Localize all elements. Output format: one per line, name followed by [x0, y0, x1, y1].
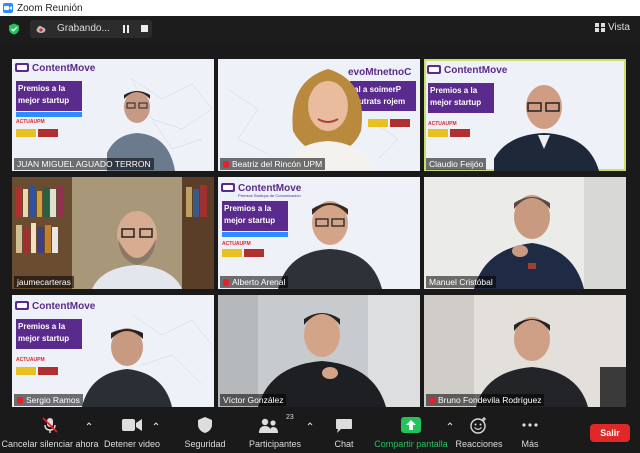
video-tile[interactable]: Bruno Fondevila Rodríguez [424, 295, 626, 407]
svg-text:mejor startup: mejor startup [430, 98, 481, 107]
participant-name: Bruno Fondevila Rodríguez [426, 394, 545, 406]
participant-name: jaumecarteras [14, 276, 74, 288]
svg-text:mejor startup: mejor startup [224, 216, 275, 225]
participant-name: Claudio Feijóo [426, 158, 487, 170]
svg-text:mejor startup: mejor startup [18, 334, 69, 343]
view-button[interactable]: Vista [594, 22, 630, 33]
participant-video [494, 85, 599, 171]
stop-video-button[interactable]: Detener video [100, 410, 164, 453]
svg-text:ContentMove: ContentMove [444, 65, 508, 76]
view-label: Vista [607, 22, 630, 33]
video-tile[interactable]: ContentMove Premios a la mejor startup A… [12, 59, 214, 171]
video-options-chevron-icon[interactable] [153, 421, 159, 427]
participant-name: Manuel Cristóbal [426, 276, 496, 288]
participants-button[interactable]: 23 Participantes [244, 410, 306, 453]
chat-bubble-icon [336, 419, 352, 433]
unmute-button[interactable]: Cancelar silenciar ahora [0, 410, 100, 453]
participant-video [424, 295, 626, 407]
share-screen-button[interactable]: Compartir pantalla [372, 410, 450, 453]
participant-name: JUAN MIGUEL AGUADO TERRON [14, 158, 154, 170]
video-tile[interactable]: Manuel Cristóbal [424, 177, 626, 289]
participant-video [218, 295, 420, 407]
more-label: Más [521, 439, 539, 449]
participant-name: Alberto Arenal [220, 276, 289, 288]
participants-icon [258, 418, 278, 433]
security-button[interactable]: Seguridad [176, 410, 234, 453]
muted-mic-icon [429, 397, 435, 404]
svg-text:mejor startup: mejor startup [18, 96, 69, 105]
share-screen-label: Compartir pantalla [374, 439, 448, 449]
participant-name: Sergio Ramos [14, 394, 83, 406]
muted-mic-icon [223, 161, 229, 168]
muted-mic-icon [17, 397, 23, 404]
participant-video [82, 328, 172, 407]
muted-mic-icon [223, 279, 229, 286]
video-tile[interactable]: evoMtnetnoC al a soimerP putrats rojem B… [218, 59, 420, 171]
security-shield-icon [198, 417, 212, 433]
participants-options-chevron-icon[interactable] [307, 421, 313, 427]
participant-video [283, 69, 373, 171]
participant-video [424, 177, 626, 289]
svg-text:Premios a la: Premios a la [18, 84, 66, 93]
svg-text:Premios a la: Premios a la [224, 204, 272, 213]
banner-brand: ContentMove [32, 63, 96, 74]
share-options-chevron-icon[interactable] [447, 421, 453, 427]
encryption-shield-icon[interactable] [8, 23, 20, 35]
svg-text:ACTUAUPM: ACTUAUPM [222, 241, 251, 247]
smiley-reaction-icon [470, 417, 486, 434]
participants-count: 23 [286, 414, 294, 421]
window-title: Zoom Reunión [17, 2, 83, 14]
video-tile[interactable]: ContentMove Premios a la mejor startup A… [12, 295, 214, 407]
stop-video-label: Detener video [103, 439, 161, 449]
svg-text:ACTUAUPM: ACTUAUPM [16, 357, 45, 363]
pause-recording-icon[interactable] [121, 24, 131, 34]
more-button[interactable]: Más [512, 410, 548, 453]
svg-text:ACTUAUPM: ACTUAUPM [428, 121, 457, 127]
svg-text:ContentMove: ContentMove [32, 301, 96, 312]
svg-text:ACTUAUPM: ACTUAUPM [16, 119, 45, 125]
participant-name: Víctor González [220, 394, 287, 406]
meeting-toolbar: Cancelar silenciar ahora Detener video S… [0, 410, 640, 453]
participants-label: Participantes [248, 439, 302, 449]
reactions-label: Reacciones [455, 439, 503, 449]
participant-video [12, 177, 214, 289]
meeting-topbar: Grabando... Vista [0, 16, 640, 42]
chat-label: Chat [334, 439, 354, 449]
window-titlebar: Zoom Reunión [0, 0, 640, 16]
video-tile[interactable]: Víctor González [218, 295, 420, 407]
share-screen-arrow-icon [401, 417, 421, 433]
video-tile-active-speaker[interactable]: ContentMove Premios a la mejor startup A… [424, 59, 626, 171]
video-tile[interactable]: ContentMove Premios Startups de Comunica… [218, 177, 420, 289]
reactions-button[interactable]: Reacciones [454, 410, 504, 453]
participant-name: Beatriz del Rincón UPM [220, 158, 326, 170]
video-camera-icon [122, 419, 142, 431]
video-tile[interactable]: jaumecarteras [12, 177, 214, 289]
audio-options-chevron-icon[interactable] [86, 421, 92, 427]
security-label: Seguridad [184, 439, 226, 449]
participant-video [278, 201, 382, 289]
recording-label: Grabando... [57, 23, 110, 34]
chat-button[interactable]: Chat [322, 410, 366, 453]
grid-view-icon [594, 23, 605, 32]
stop-recording-icon[interactable] [141, 25, 148, 32]
muted-microphone-icon [42, 417, 58, 433]
svg-text:Premios a la: Premios a la [430, 86, 478, 95]
cloud-recording-icon [36, 26, 46, 33]
more-dots-icon [522, 423, 538, 427]
leave-meeting-button[interactable]: Salir [590, 424, 630, 442]
recording-indicator: Grabando... [30, 20, 152, 38]
zoom-logo-icon [3, 3, 13, 13]
unmute-label: Cancelar silenciar ahora [1, 439, 99, 449]
svg-text:Premios a la: Premios a la [18, 322, 66, 331]
